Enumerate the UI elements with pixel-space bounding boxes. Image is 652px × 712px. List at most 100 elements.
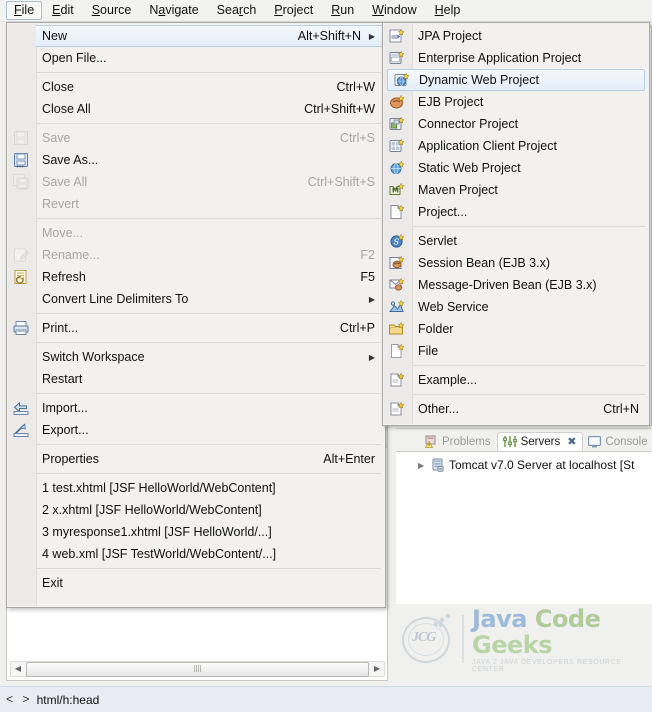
file-menu-item-import[interactable]: Import... <box>7 397 385 419</box>
tab-servers[interactable]: Servers ✖ <box>496 432 584 451</box>
file-menu-item-2-x-xhtml-jsf-helloworld-webcontent[interactable]: 2 x.xhtml [JSF HelloWorld/WebContent] <box>7 499 385 521</box>
file-menu-item-restart[interactable]: Restart <box>7 368 385 390</box>
file-menu-items: New Alt+Shift+N ▶ Open File... Close Ctrl+W Cl… <box>7 25 385 594</box>
save-icon <box>12 129 30 147</box>
session-bean-icon <box>388 254 406 272</box>
new-submenu-item-project[interactable]: Project... <box>383 201 649 223</box>
file-menu-item-exit[interactable]: Exit <box>7 572 385 594</box>
new-submenu-item-application-client-project[interactable]: Application Client Project <box>383 135 649 157</box>
menu-separator <box>413 226 645 227</box>
new-submenu-item-message-driven-bean-ejb-3-x[interactable]: Message-Driven Bean (EJB 3.x) <box>383 274 649 296</box>
new-submenu-item-session-bean-ejb-3-x[interactable]: Session Bean (EJB 3.x) <box>383 252 649 274</box>
file-menu-item-new[interactable]: New Alt+Shift+N ▶ <box>36 25 385 47</box>
file-menu-item-4-web-xml-jsf-testworld-webcontent[interactable]: 4 web.xml [JSF TestWorld/WebContent/...] <box>7 543 385 565</box>
tab-console[interactable]: Console <box>583 434 652 451</box>
file-menu-item-label: Properties <box>42 452 99 466</box>
new-submenu-item-dynamic-web-project[interactable]: Dynamic Web Project <box>387 69 645 91</box>
file-menu-item-label: Refresh <box>42 270 86 284</box>
tab-console-label: Console <box>605 436 648 448</box>
new-submenu-item-folder[interactable]: Folder <box>383 318 649 340</box>
submenu-arrow-icon: ▶ <box>368 31 375 41</box>
editor-horizontal-scrollbar[interactable]: ◀ |||| ▶ <box>10 661 385 677</box>
menu-separator <box>37 123 381 124</box>
menubar-item-edit[interactable]: Edit <box>44 1 82 20</box>
new-submenu-item-jpa-project[interactable]: JPA Project <box>383 25 649 47</box>
new-submenu-item-servlet[interactable]: S Servlet <box>383 230 649 252</box>
file-menu-item-properties[interactable]: Properties Alt+Enter <box>7 448 385 470</box>
file-menu-item-refresh[interactable]: Refresh F5 <box>7 266 385 288</box>
menubar-item-help[interactable]: Help <box>427 1 469 20</box>
file-menu-item-label: 4 web.xml [JSF TestWorld/WebContent/...] <box>42 547 277 561</box>
menubar-item-file[interactable]: File <box>6 1 43 20</box>
app-client-project-icon <box>388 137 406 155</box>
project-icon <box>388 203 406 221</box>
file-menu-item-1-test-xhtml-jsf-helloworld-webcontent[interactable]: 1 test.xhtml [JSF HelloWorld/WebContent] <box>7 477 385 499</box>
file-menu-item-print[interactable]: Print... Ctrl+P <box>7 317 385 339</box>
scrollbar-thumb[interactable]: |||| <box>26 661 369 677</box>
menubar-item-window[interactable]: Window <box>364 1 424 20</box>
static-web-project-icon <box>388 159 406 177</box>
file-menu-item-label: Close <box>42 80 74 94</box>
new-submenu-item-label: Application Client Project <box>418 139 557 153</box>
file-menu-item-switch-workspace[interactable]: Switch Workspace ▶ <box>7 346 385 368</box>
menubar-item-project[interactable]: Project <box>266 1 321 20</box>
new-submenu-item-maven-project[interactable]: M Maven Project <box>383 179 649 201</box>
rename-icon <box>12 246 30 264</box>
tab-servers-label: Servers <box>520 435 561 448</box>
new-submenu-items: JPA Project Enterprise Application Projec… <box>383 25 649 420</box>
file-menu-item-label: Save All <box>42 175 88 189</box>
enterprise-app-project-icon <box>388 49 406 67</box>
file-menu-item-close[interactable]: Close Ctrl+W <box>7 76 385 98</box>
new-submenu-item-example[interactable]: Example... <box>383 369 649 391</box>
message-driven-bean-icon <box>388 276 406 294</box>
file-menu-item-save-as[interactable]: Save As... <box>7 149 385 171</box>
new-submenu-item-label: Web Service <box>418 300 489 314</box>
new-submenu-item-static-web-project[interactable]: Static Web Project <box>383 157 649 179</box>
scroll-right-arrow-icon[interactable]: ▶ <box>370 662 384 676</box>
new-submenu-item-other[interactable]: Other... Ctrl+N <box>383 398 649 420</box>
watermark-text: Java Code Geeks JAVA 2 JAVA DEVELOPERS R… <box>472 606 640 673</box>
print-icon <box>12 319 30 337</box>
close-icon[interactable]: ✖ <box>567 435 576 448</box>
scroll-left-arrow-icon[interactable]: ◀ <box>11 662 25 676</box>
file-menu-item-3-myresponse1-xhtml-jsf-helloworld[interactable]: 3 myresponse1.xhtml [JSF HelloWorld/...] <box>7 521 385 543</box>
new-submenu-item-label: File <box>418 344 439 358</box>
other-icon <box>388 400 406 418</box>
save-all-icon <box>12 173 30 191</box>
file-menu-item-export[interactable]: Export... <box>7 419 385 441</box>
file-menu-item-move: Move... <box>7 222 385 244</box>
console-icon <box>588 436 602 448</box>
new-submenu-item-file[interactable]: File <box>383 340 649 362</box>
tab-problems[interactable]: Problems <box>420 433 497 451</box>
status-bar-text: html/h:head <box>36 692 100 707</box>
new-submenu-item-label: Maven Project <box>418 183 498 197</box>
views-stack: Problems Servers ✖ Console ▶ Tomcat v7.0… <box>396 428 652 604</box>
file-menu-item-label: 2 x.xhtml [JSF HelloWorld/WebContent] <box>42 503 262 517</box>
menubar-item-navigate[interactable]: Navigate <box>141 1 206 20</box>
file-menu-item-open-file[interactable]: Open File... <box>7 47 385 69</box>
file-menu-item-rename: Rename... F2 <box>7 244 385 266</box>
file-menu-item-close-all[interactable]: Close All Ctrl+Shift+W <box>7 98 385 120</box>
menubar-item-run[interactable]: Run <box>323 1 362 20</box>
new-submenu-item-accelerator: Ctrl+N <box>603 402 639 416</box>
file-menu-popup: New Alt+Shift+N ▶ Open File... Close Ctrl+W Cl… <box>6 22 386 608</box>
server-tree-item[interactable]: ▶ Tomcat v7.0 Server at localhost [St <box>396 456 652 474</box>
file-menu-item-convert-line-delimiters-to[interactable]: Convert Line Delimiters To ▶ <box>7 288 385 310</box>
menubar-item-search[interactable]: Search <box>209 1 265 20</box>
new-submenu-item-label: Static Web Project <box>418 161 521 175</box>
problems-icon <box>425 435 438 448</box>
menubar-item-source[interactable]: Source <box>84 1 140 20</box>
file-menu-item-accelerator: Alt+Enter <box>323 452 375 466</box>
file-menu-item-label: Rename... <box>42 248 100 262</box>
file-menu-item-label: Save <box>42 131 71 145</box>
new-submenu-item-enterprise-application-project[interactable]: Enterprise Application Project <box>383 47 649 69</box>
chevron-right-icon[interactable]: ▶ <box>418 461 427 470</box>
eclipse-workbench-window: ◀ |||| ▶ Problems Servers ✖ Console ▶ To… <box>0 0 652 712</box>
file-menu-item-label: Convert Line Delimiters To <box>42 292 189 306</box>
new-submenu-item-connector-project[interactable]: Connector Project <box>383 113 649 135</box>
new-submenu-item-label: Message-Driven Bean (EJB 3.x) <box>418 278 597 292</box>
menu-separator <box>413 365 645 366</box>
new-submenu-item-ejb-project[interactable]: EJB Project <box>383 91 649 113</box>
new-submenu-item-web-service[interactable]: Web Service <box>383 296 649 318</box>
export-icon <box>12 421 30 439</box>
